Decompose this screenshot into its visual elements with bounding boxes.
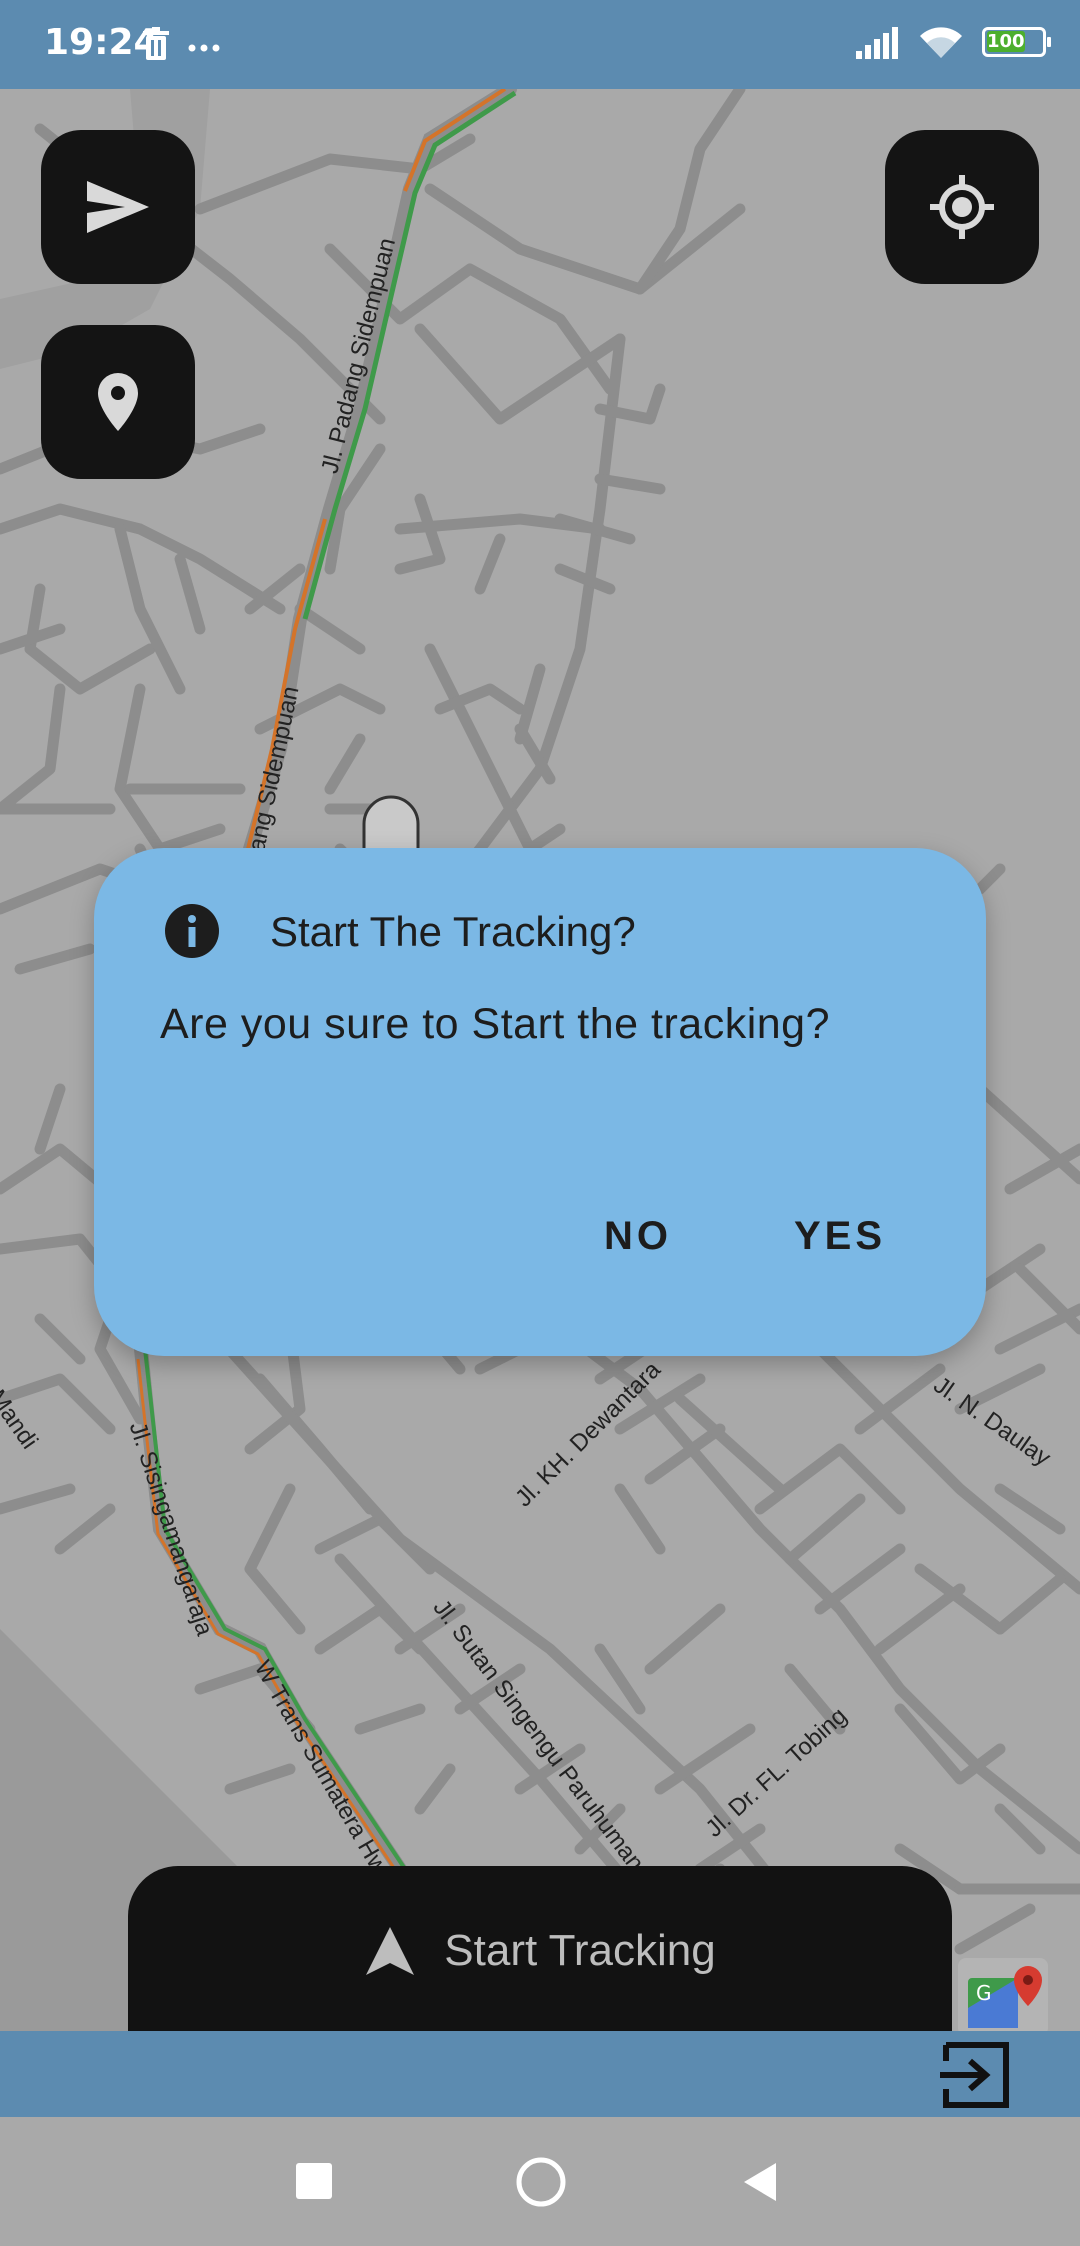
dialog-title: Start The Tracking? xyxy=(270,908,636,955)
google-maps-logo: G xyxy=(958,1958,1048,2031)
marker-button[interactable] xyxy=(41,325,195,479)
no-button[interactable]: NO xyxy=(604,1214,672,1259)
start-tracking-button[interactable]: Start Tracking xyxy=(128,1866,952,2036)
exit-icon xyxy=(940,2042,1009,2108)
home-icon[interactable] xyxy=(514,2155,568,2209)
yes-button[interactable]: YES xyxy=(794,1214,886,1259)
bottom-bar xyxy=(0,2031,1080,2117)
battery-level: 100 xyxy=(987,31,1025,52)
my-location-button[interactable] xyxy=(885,130,1039,284)
crosshair-icon xyxy=(930,175,994,239)
send-icon xyxy=(87,181,149,233)
status-left-icons xyxy=(142,26,222,71)
start-tracking-label: Start Tracking xyxy=(444,1926,716,1975)
svg-text:G: G xyxy=(976,1981,992,2005)
navigation-arrow-icon xyxy=(366,1927,415,1975)
navigate-button[interactable] xyxy=(41,130,195,284)
wifi-icon xyxy=(920,27,962,58)
battery-icon: 100 xyxy=(982,27,1051,57)
info-icon xyxy=(165,904,219,958)
system-nav-bar xyxy=(0,2117,1080,2246)
recent-apps-icon[interactable] xyxy=(290,2157,340,2207)
status-right-icons: 100 xyxy=(856,24,1051,60)
signal-icon xyxy=(856,27,898,59)
dialog-message: Are you sure to Start the tracking? xyxy=(160,1000,830,1048)
status-bar: 19:24 100 xyxy=(0,0,1080,89)
back-icon[interactable] xyxy=(736,2157,786,2207)
more-dots-icon xyxy=(188,44,220,52)
location-pin-icon xyxy=(98,373,138,431)
trash-icon xyxy=(143,27,169,60)
exit-button[interactable] xyxy=(940,2039,1012,2111)
confirm-dialog: Start The Tracking? Are you sure to Star… xyxy=(94,848,986,1356)
